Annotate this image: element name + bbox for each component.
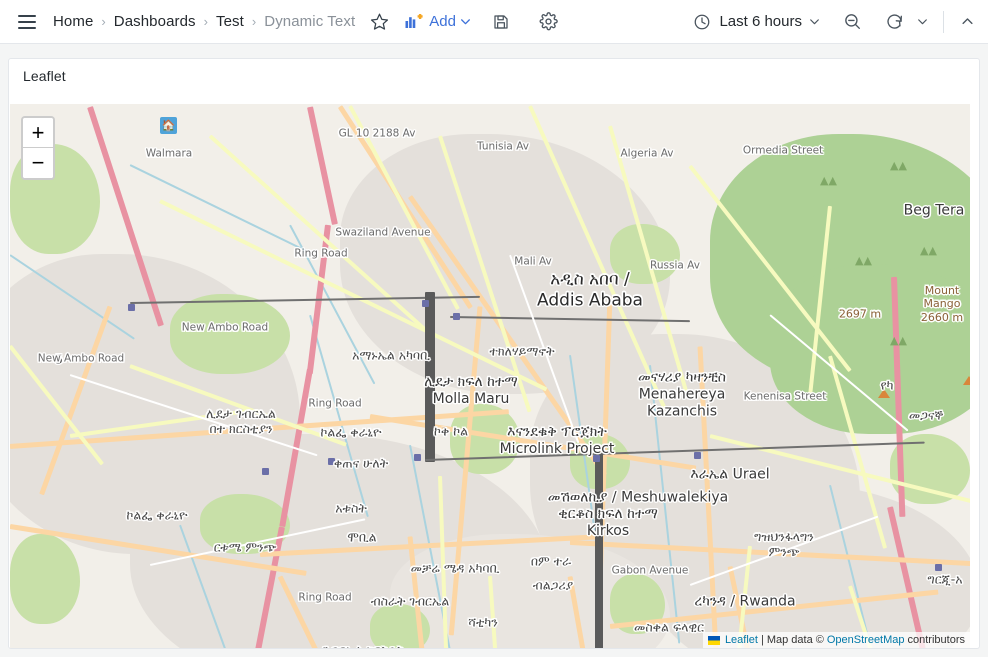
leaflet-link[interactable]: Leaflet <box>725 633 758 648</box>
panel-title[interactable]: Leaflet <box>23 68 66 84</box>
breadcrumb-item-dynamic-text: Dynamic Text <box>263 11 356 32</box>
breadcrumb-item-dashboards[interactable]: Dashboards <box>113 11 197 32</box>
map-tree-icon: ▲▲ <box>890 334 907 347</box>
map-poi-icon[interactable]: 🏠 <box>160 117 177 134</box>
chevron-down-icon <box>459 15 472 28</box>
map-green-area <box>170 294 290 374</box>
breadcrumb-item-home[interactable]: Home <box>52 11 94 32</box>
chevron-down-icon <box>808 15 821 28</box>
breadcrumb-item-test[interactable]: Test <box>215 11 245 32</box>
map-rail-node <box>128 304 135 311</box>
openstreetmap-link[interactable]: OpenStreetMap <box>827 633 905 648</box>
map-zoom-in-button[interactable]: + <box>23 118 53 148</box>
add-panel-button[interactable]: Add <box>400 7 478 37</box>
refresh-interval-chevron-down-icon[interactable] <box>909 7 935 37</box>
map-peak-marker <box>963 376 970 385</box>
attribution-divider: | <box>761 633 764 648</box>
gear-icon[interactable] <box>534 7 564 37</box>
breadcrumb-separator: › <box>204 15 208 28</box>
nav-right-group: Last 6 hours <box>685 0 988 43</box>
map-attribution: Leaflet | Map data © OpenStreetMap contr… <box>703 632 970 649</box>
map-green-area <box>770 264 970 434</box>
map-rail-node <box>328 458 335 465</box>
map-railway <box>595 452 603 649</box>
map-rail-node <box>422 300 429 307</box>
leaflet-map[interactable]: 🏠 ▲▲ ▲▲ ▲▲ ▲▲ ▲▲ አዲስ አበባ / Addis Ababaአማ… <box>10 104 970 649</box>
breadcrumb-separator: › <box>252 15 256 28</box>
map-rail-node <box>414 454 421 461</box>
top-navigation-bar: Home › Dashboards › Test › Dynamic Text <box>0 0 988 44</box>
time-range-label: Last 6 hours <box>719 13 802 30</box>
panel-header: Leaflet <box>9 59 979 93</box>
map-tree-icon: ▲▲ <box>820 174 837 187</box>
map-tree-icon: ▲▲ <box>855 254 872 267</box>
map-rail-node <box>453 313 460 320</box>
map-tree-icon: ▲▲ <box>920 244 937 257</box>
add-panel-icon <box>405 14 423 30</box>
hamburger-glyph <box>18 15 36 29</box>
hamburger-menu-icon[interactable] <box>10 5 44 39</box>
leaflet-panel: Leaflet <box>8 58 980 649</box>
ukraine-flag-icon <box>708 636 720 645</box>
chevron-up-icon[interactable] <box>952 7 982 37</box>
clock-icon <box>693 13 711 31</box>
attribution-suffix: contributors <box>908 633 965 648</box>
map-zoom-control: + − <box>21 116 55 180</box>
breadcrumb: Home › Dashboards › Test › Dynamic Text <box>52 0 356 43</box>
nav-left-group: Home › Dashboards › Test › Dynamic Text <box>0 0 564 43</box>
save-floppy-icon[interactable] <box>486 7 516 37</box>
toolbar-divider <box>943 11 944 33</box>
attribution-prefix: Map data © <box>767 633 824 648</box>
map-railway <box>425 292 435 462</box>
time-range-picker[interactable]: Last 6 hours <box>687 7 825 37</box>
breadcrumb-separator: › <box>101 15 105 28</box>
map-rail-node <box>694 452 701 459</box>
star-outline-icon[interactable] <box>364 7 394 37</box>
map-tree-icon: ▲▲ <box>890 159 907 172</box>
map-rail-node <box>593 455 600 462</box>
refresh-icon[interactable] <box>879 7 909 37</box>
map-rail-node <box>935 564 942 571</box>
map-green-area <box>10 534 80 624</box>
map-rail-node <box>262 468 269 475</box>
map-tile-layer: 🏠 ▲▲ ▲▲ ▲▲ ▲▲ ▲▲ አዲስ አበባ / Addis Ababaአማ… <box>10 104 970 649</box>
map-zoom-out-button[interactable]: − <box>23 148 53 178</box>
map-peak-marker <box>878 389 890 398</box>
add-panel-label: Add <box>429 13 456 30</box>
zoom-out-icon[interactable] <box>837 7 867 37</box>
